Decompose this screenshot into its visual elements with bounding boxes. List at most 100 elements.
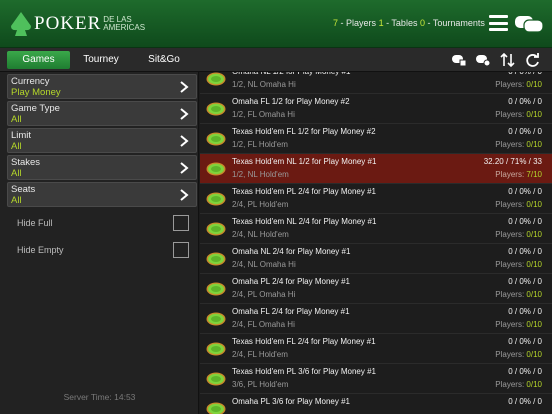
- table-row[interactable]: Texas Hold'em FL 2/4 for Play Money #1 2/…: [200, 334, 552, 364]
- tab-games[interactable]: Games: [7, 51, 70, 69]
- hide-empty-toggle[interactable]: Hide Empty: [17, 242, 189, 260]
- table-row[interactable]: Texas Hold'em NL 2/4 for Play Money #1 2/…: [200, 214, 552, 244]
- hamburger-menu-icon[interactable]: [489, 15, 508, 31]
- players-count: 7: [333, 18, 339, 28]
- table-stakes: 2/4, PL Omaha Hi: [232, 290, 296, 299]
- table-stakes: 3/6, PL Hold'em: [232, 380, 289, 389]
- table-row[interactable]: Omaha FL 1/2 for Play Money #2 1/2, FL Om…: [200, 94, 552, 124]
- filter-value: All: [11, 141, 22, 152]
- filter-seats[interactable]: Seats All: [7, 182, 197, 207]
- poker-table-icon: [206, 342, 226, 356]
- players-label: - Players: [340, 18, 377, 28]
- refresh-icon[interactable]: [525, 53, 541, 67]
- view-filter-icon[interactable]: [475, 53, 491, 67]
- filter-label: Stakes: [11, 157, 41, 168]
- table-stats: 0 / 0% / 0: [508, 397, 542, 406]
- filter-label: Game Type: [11, 103, 60, 114]
- table-name: Omaha FL 2/4 for Play Money #1: [232, 307, 350, 316]
- logo-word: POKER: [34, 13, 102, 34]
- table-name: Omaha NL 2/4 for Play Money #1: [232, 247, 351, 256]
- table-row[interactable]: Texas Hold'em FL 1/2 for Play Money #2 1/…: [200, 124, 552, 154]
- hide-empty-label: Hide Empty: [17, 245, 64, 255]
- logo: POKER DE LAS AMERICAS: [10, 10, 147, 38]
- logo-subtitle: DE LAS AMERICAS: [103, 15, 146, 32]
- table-name: Texas Hold'em NL 1/2 for Play Money #1: [232, 157, 377, 166]
- chat-bubbles-icon[interactable]: [514, 14, 544, 34]
- table-stats: 0 / 0% / 0: [508, 217, 542, 226]
- poker-table-icon: [206, 372, 226, 386]
- table-name: Texas Hold'em PL 3/6 for Play Money #1: [232, 367, 376, 376]
- table-stakes: 2/4, NL Hold'em: [232, 230, 289, 239]
- poker-table-icon: [206, 402, 226, 414]
- tab-tourney[interactable]: Tourney: [72, 51, 130, 69]
- hide-empty-checkbox[interactable]: [173, 242, 189, 258]
- table-stakes: 1/2, NL Omaha Hi: [232, 80, 296, 89]
- players-label: Players:: [495, 110, 525, 119]
- players-value: 0/10: [526, 200, 542, 209]
- table-stakes: 2/4, PL Hold'em: [232, 200, 289, 209]
- hide-full-toggle[interactable]: Hide Full: [17, 215, 189, 233]
- players-label: Players:: [495, 380, 525, 389]
- table-stats: 0 / 0% / 0: [508, 72, 542, 76]
- players-value: 0/10: [526, 80, 542, 89]
- table-stats: 0 / 0% / 0: [508, 277, 542, 286]
- table-row[interactable]: Omaha PL 2/4 for Play Money #1 2/4, PL Om…: [200, 274, 552, 304]
- players-value: 0/10: [526, 290, 542, 299]
- filter-value: All: [11, 114, 22, 125]
- players-value: 0/10: [526, 230, 542, 239]
- tables-count: 1: [378, 18, 384, 28]
- players-label: Players:: [495, 320, 525, 329]
- hide-full-checkbox[interactable]: [173, 215, 189, 231]
- lock-filter-icon[interactable]: [451, 53, 467, 67]
- table-stakes: 1/2, FL Omaha Hi: [232, 110, 295, 119]
- players-value: 0/10: [526, 320, 542, 329]
- table-stakes: 2/4, FL Omaha Hi: [232, 320, 295, 329]
- filter-currency[interactable]: Currency Play Money: [7, 74, 197, 99]
- players-label: Players:: [495, 80, 525, 89]
- tournaments-label: - Tournaments: [427, 18, 485, 28]
- table-row[interactable]: Omaha FL 2/4 for Play Money #1 2/4, FL Om…: [200, 304, 552, 334]
- tournaments-count: 0: [419, 18, 425, 28]
- poker-table-icon: [206, 312, 226, 326]
- table-players: Players: 0/10: [495, 80, 542, 89]
- table-row[interactable]: Omaha NL 1/2 for Play Money #1 1/2, NL Om…: [200, 72, 552, 94]
- filter-stakes[interactable]: Stakes All: [7, 155, 197, 180]
- table-name: Texas Hold'em PL 2/4 for Play Money #1: [232, 187, 376, 196]
- poker-table-icon: [206, 192, 226, 206]
- sort-icon[interactable]: [500, 53, 516, 67]
- tab-sitandgo[interactable]: Sit&Go: [134, 51, 194, 69]
- players-label: Players:: [495, 260, 525, 269]
- filter-value: Play Money: [11, 87, 61, 98]
- table-row[interactable]: Texas Hold'em NL 1/2 for Play Money #1 1/…: [200, 154, 552, 184]
- chevron-right-icon: [180, 108, 189, 120]
- chevron-right-icon: [180, 189, 189, 201]
- poker-table-icon: [206, 132, 226, 146]
- app-header: POKER DE LAS AMERICAS 7 - Players 1 - Ta…: [0, 0, 552, 48]
- chevron-right-icon: [180, 135, 189, 147]
- table-stakes: 1/2, NL Hold'em: [232, 170, 289, 179]
- players-label: Players:: [495, 290, 525, 299]
- poker-table-icon: [206, 282, 226, 296]
- table-row[interactable]: Texas Hold'em PL 3/6 for Play Money #1 3/…: [200, 364, 552, 394]
- table-players: Players: 0/10: [495, 110, 542, 119]
- chevron-right-icon: [180, 81, 189, 93]
- tab-bar: Games Tourney Sit&Go: [0, 48, 552, 72]
- table-row[interactable]: Texas Hold'em PL 2/4 for Play Money #1 2/…: [200, 184, 552, 214]
- filter-label: Limit: [11, 130, 32, 141]
- table-row[interactable]: Omaha NL 2/4 for Play Money #1 2/4, NL Om…: [200, 244, 552, 274]
- table-players: Players: 0/10: [495, 290, 542, 299]
- table-stats: 0 / 0% / 0: [508, 367, 542, 376]
- table-players: Players: 0/10: [495, 320, 542, 329]
- filter-game-type[interactable]: Game Type All: [7, 101, 197, 126]
- players-label: Players:: [495, 230, 525, 239]
- table-name: Omaha NL 1/2 for Play Money #1: [232, 72, 350, 76]
- table-players: Players: 0/10: [495, 380, 542, 389]
- players-label: Players:: [495, 170, 525, 179]
- chevron-right-icon: [180, 162, 189, 174]
- table-name: Omaha PL 2/4 for Play Money #1: [232, 277, 350, 286]
- players-value: 0/10: [526, 260, 542, 269]
- table-row[interactable]: Omaha PL 3/6 for Play Money #1 0 / 0% / 0: [200, 394, 552, 414]
- table-name: Texas Hold'em FL 1/2 for Play Money #2: [232, 127, 376, 136]
- table-players: Players: 0/10: [495, 230, 542, 239]
- filter-limit[interactable]: Limit All: [7, 128, 197, 153]
